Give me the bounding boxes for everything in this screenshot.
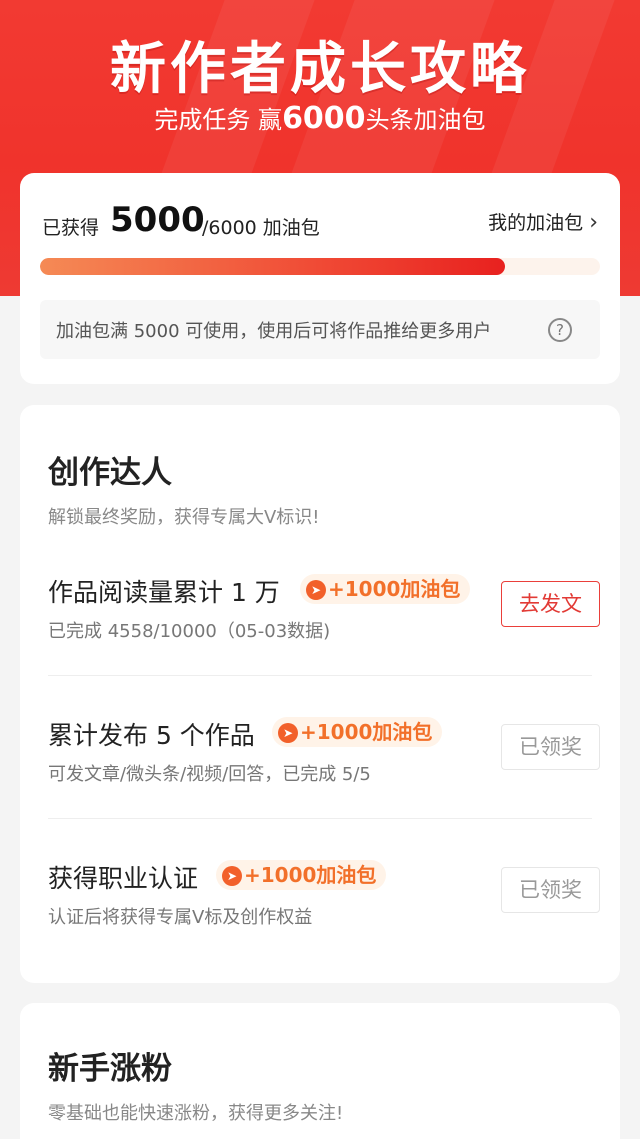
hero-subtitle: 完成任务 赢6000头条加油包: [0, 100, 640, 136]
divider: [48, 675, 592, 676]
got-label: 已获得: [42, 217, 100, 239]
creator-section-card: 创作达人 解锁最终奖励，获得专属大V标识! 作品阅读量累计 1 万 ➤ +1000…: [20, 405, 620, 983]
divider: [48, 818, 592, 819]
go-publish-button[interactable]: 去发文: [501, 581, 600, 627]
tip-text: 加油包满 5000 可使用，使用后可将作品推给更多用户: [56, 321, 492, 342]
hero-subtitle-prefix: 完成任务 赢: [154, 106, 283, 134]
task-progress: 可发文章/微头条/视频/回答，已完成 5/5: [48, 764, 371, 785]
question-circle-icon[interactable]: ?: [548, 318, 572, 342]
section-desc: 解锁最终奖励，获得专属大V标识!: [48, 507, 320, 528]
claimed-button[interactable]: 已领奖: [501, 724, 600, 770]
fuel-badge-icon: ➤: [278, 723, 298, 743]
section-title: 新手涨粉: [48, 1051, 172, 1087]
my-pack-link[interactable]: 我的加油包 ›: [488, 208, 598, 235]
claimed-button[interactable]: 已领奖: [501, 867, 600, 913]
progress-card: 已获得 5000 /6000 加油包 我的加油包 › 加油包满 5000 可使用，…: [20, 173, 620, 384]
fuel-badge-icon: ➤: [306, 580, 326, 600]
hero-subtitle-amount: 6000: [282, 101, 366, 136]
got-total: /6000 加油包: [202, 217, 320, 239]
task-title: 累计发布 5 个作品: [48, 721, 255, 750]
tip-box: 加油包满 5000 可使用，使用后可将作品推给更多用户 ?: [40, 300, 600, 359]
reward-text: +1000加油包: [300, 720, 433, 744]
progress-bar: [40, 258, 600, 275]
task-progress: 认证后将获得专属V标及创作权益: [48, 907, 313, 928]
task-item: 获得职业认证 ➤ +1000加油包 认证后将获得专属V标及创作权益 已领奖: [20, 859, 620, 999]
reward-text: +1000加油包: [244, 863, 377, 887]
task-progress: 已完成 4558/10000（05-03数据): [48, 621, 331, 642]
chevron-right-icon: ›: [589, 210, 598, 235]
task-title: 获得职业认证: [48, 864, 199, 893]
reward-text: +1000加油包: [328, 577, 461, 601]
task-title: 作品阅读量累计 1 万: [48, 578, 280, 607]
fans-section-card: 新手涨粉 零基础也能快速涨粉，获得更多关注!: [20, 1003, 620, 1139]
reward-badge: ➤ +1000加油包: [300, 574, 471, 604]
got-value: 5000: [110, 200, 205, 240]
section-title: 创作达人: [48, 455, 172, 491]
reward-badge: ➤ +1000加油包: [272, 717, 443, 747]
page-title: 新作者成长攻略: [110, 37, 530, 102]
reward-badge: ➤ +1000加油包: [216, 860, 387, 890]
section-desc: 零基础也能快速涨粉，获得更多关注!: [48, 1103, 344, 1124]
hero-subtitle-suffix: 头条加油包: [365, 106, 486, 134]
task-item: 作品阅读量累计 1 万 ➤ +1000加油包 已完成 4558/10000（05-…: [20, 573, 620, 713]
fuel-badge-icon: ➤: [222, 866, 242, 886]
task-item: 累计发布 5 个作品 ➤ +1000加油包 可发文章/微头条/视频/回答，已完成 …: [20, 716, 620, 856]
progress-bar-fill: [40, 258, 505, 275]
my-pack-label: 我的加油包: [488, 212, 584, 234]
